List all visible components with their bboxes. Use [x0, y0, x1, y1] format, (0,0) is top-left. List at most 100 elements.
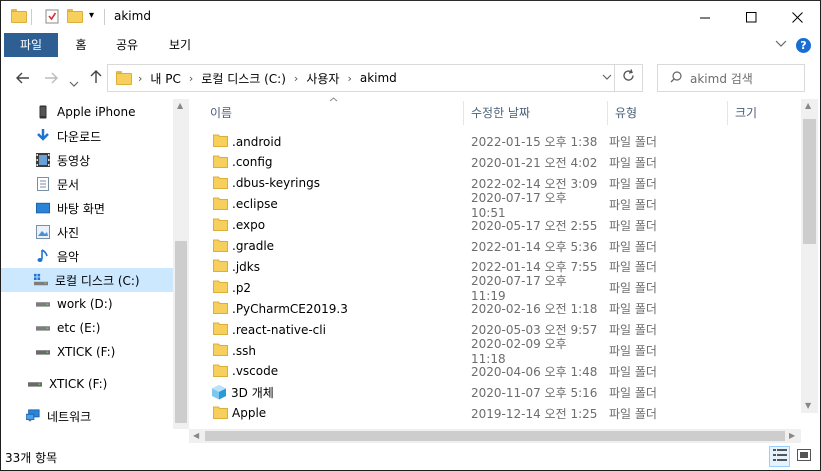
tab-share[interactable]: 공유 — [110, 33, 144, 57]
nav-item-music[interactable]: 음악 — [1, 244, 173, 268]
chevron-right-icon[interactable]: › — [138, 72, 142, 85]
column-header-size[interactable]: 크기 — [735, 99, 757, 127]
nav-scroll-thumb[interactable] — [175, 241, 187, 423]
refresh-button[interactable] — [614, 65, 642, 91]
list-item[interactable]: 3D 개체 2020-11-07 오후 5:16 파일 폴더 — [206, 382, 798, 403]
column-header-type[interactable]: 유형 — [615, 99, 637, 127]
column-header-name[interactable]: 이름 — [210, 99, 232, 127]
nav-item-label: XTICK (F:) — [57, 345, 116, 359]
column-header-date[interactable]: 수정한 날짜 — [471, 99, 530, 127]
nav-item-downloads[interactable]: 다운로드 — [1, 124, 173, 148]
forward-button[interactable] — [44, 69, 58, 88]
vertical-scrollbar[interactable]: ▲ ▼ — [801, 99, 818, 413]
address-row: › 내 PC › 로컬 디스크 (C:) › 사용자 › akimd akimd… — [1, 57, 820, 99]
list-item[interactable]: .android 2022-01-15 오후 1:38 파일 폴더 — [206, 131, 798, 152]
list-item[interactable]: .expo 2020-05-17 오전 2:55 파일 폴더 — [206, 215, 798, 236]
download-icon — [36, 129, 50, 143]
tab-home[interactable]: 홈 — [67, 33, 95, 57]
nav-item-label: Apple iPhone — [57, 105, 136, 119]
nav-item-local-disk-c[interactable]: 로컬 디스크 (C:) — [1, 268, 173, 292]
drive-icon — [36, 321, 50, 335]
nav-item-documents[interactable]: 문서 — [1, 172, 173, 196]
column-divider[interactable] — [607, 101, 608, 125]
folder-icon — [116, 71, 132, 85]
drive-icon — [36, 297, 50, 311]
breadcrumb-akimd[interactable]: akimd — [360, 71, 397, 85]
folder-icon — [213, 154, 228, 171]
nav-item-pictures[interactable]: 사진 — [1, 220, 173, 244]
close-button[interactable] — [774, 1, 820, 33]
nav-item-xtick-f[interactable]: XTICK (F:) — [1, 340, 173, 364]
list-item[interactable]: .eclipse 2020-07-17 오후 10:51 파일 폴더 — [206, 191, 798, 220]
list-item[interactable]: .PyCharmCE2019.3 2020-02-16 오전 1:18 파일 폴더 — [206, 298, 798, 319]
properties-icon[interactable] — [45, 8, 59, 24]
scroll-right-icon[interactable]: ▶ — [789, 431, 795, 440]
customize-quick-access-icon[interactable]: ▾ — [89, 10, 94, 21]
chevron-right-icon[interactable]: › — [347, 72, 351, 85]
nav-scrollbar[interactable]: ▲ — [173, 99, 189, 429]
address-dropdown-icon[interactable] — [602, 70, 612, 83]
breadcrumb-users[interactable]: 사용자 — [306, 70, 339, 87]
scroll-up-icon[interactable]: ▲ — [805, 101, 811, 110]
new-folder-icon[interactable] — [67, 9, 83, 23]
help-icon[interactable]: ? — [796, 38, 811, 53]
nav-item-apple-iphone[interactable]: Apple iPhone — [1, 100, 173, 124]
tab-file[interactable]: 파일 — [4, 33, 58, 57]
file-type: 파일 폴더 — [609, 239, 657, 254]
nav-item-etc-e[interactable]: etc (E:) — [1, 316, 173, 340]
chevron-right-icon[interactable]: › — [189, 72, 193, 85]
list-item[interactable]: Apple 2019-12-14 오전 1:25 파일 폴더 — [206, 403, 798, 424]
search-input[interactable]: akimd 검색 — [657, 64, 805, 92]
list-item[interactable]: .p2 2020-07-17 오후 11:19 파일 폴더 — [206, 274, 798, 303]
scroll-down-icon[interactable]: ▼ — [805, 401, 811, 410]
file-type: 파일 폴더 — [609, 406, 657, 421]
nav-item-label: 문서 — [57, 177, 80, 192]
vertical-scroll-thumb[interactable] — [803, 119, 816, 244]
column-divider[interactable] — [463, 101, 464, 125]
nav-item-videos[interactable]: 동영상 — [1, 148, 173, 172]
large-icons-view-button[interactable] — [793, 446, 814, 467]
divider — [104, 9, 105, 25]
minimize-button[interactable] — [682, 1, 728, 33]
chevron-right-icon[interactable]: › — [294, 72, 298, 85]
address-bar[interactable]: › 내 PC › 로컬 디스크 (C:) › 사용자 › akimd — [107, 64, 643, 92]
file-name-cell: .dbus-keyrings — [206, 175, 459, 192]
phone-icon — [36, 105, 50, 119]
nav-item-network[interactable]: 네트워크 — [1, 404, 173, 428]
file-type: 파일 폴더 — [609, 385, 657, 400]
scroll-up-icon[interactable]: ▲ — [177, 101, 183, 110]
details-view-button[interactable] — [769, 446, 790, 467]
list-item[interactable]: .gradle 2022-01-14 오후 5:36 파일 폴더 — [206, 236, 798, 257]
file-name-cell: .expo — [206, 217, 459, 234]
back-button[interactable] — [16, 69, 30, 88]
list-item[interactable]: .vscode 2020-04-06 오후 1:48 파일 폴더 — [206, 361, 798, 382]
scroll-left-icon[interactable]: ◀ — [193, 431, 199, 440]
music-icon — [36, 249, 50, 263]
up-button[interactable] — [90, 69, 102, 88]
file-date: 2020-01-21 오전 4:02 — [471, 155, 598, 170]
horizontal-scroll-thumb[interactable] — [205, 431, 785, 441]
breadcrumb-local-disk[interactable]: 로컬 디스크 (C:) — [201, 70, 286, 87]
folder-icon — [213, 133, 228, 150]
navigation-pane: Apple iPhone 다운로드 동영상 문서 바탕 화면 사진 음악 로컬 — [1, 99, 189, 429]
file-name: .expo — [232, 218, 266, 233]
nav-item-desktop[interactable]: 바탕 화면 — [1, 196, 173, 220]
recent-locations-button[interactable] — [69, 72, 79, 91]
tab-view[interactable]: 보기 — [163, 33, 197, 57]
file-name-cell: .react-native-cli — [206, 321, 459, 338]
divider — [31, 9, 32, 25]
maximize-button[interactable] — [728, 1, 774, 33]
nav-item-work-d[interactable]: work (D:) — [1, 292, 173, 316]
nav-item-label: etc (E:) — [57, 321, 101, 335]
nav-item-xtick-f-root[interactable]: XTICK (F:) — [1, 372, 173, 396]
file-date: 2020-02-16 오전 1:18 — [471, 302, 598, 317]
breadcrumb-this-pc[interactable]: 내 PC — [150, 70, 180, 87]
list-item[interactable]: .config 2020-01-21 오전 4:02 파일 폴더 — [206, 152, 798, 173]
expand-ribbon-icon[interactable] — [775, 38, 787, 51]
folder-icon — [213, 342, 228, 359]
list-item[interactable]: .ssh 2020-02-09 오후 11:18 파일 폴더 — [206, 337, 798, 366]
file-name-cell: .config — [206, 154, 459, 171]
column-divider[interactable] — [727, 101, 728, 125]
horizontal-scrollbar[interactable]: ◀ ▶ — [189, 429, 801, 443]
file-name: 3D 개체 — [231, 385, 274, 400]
